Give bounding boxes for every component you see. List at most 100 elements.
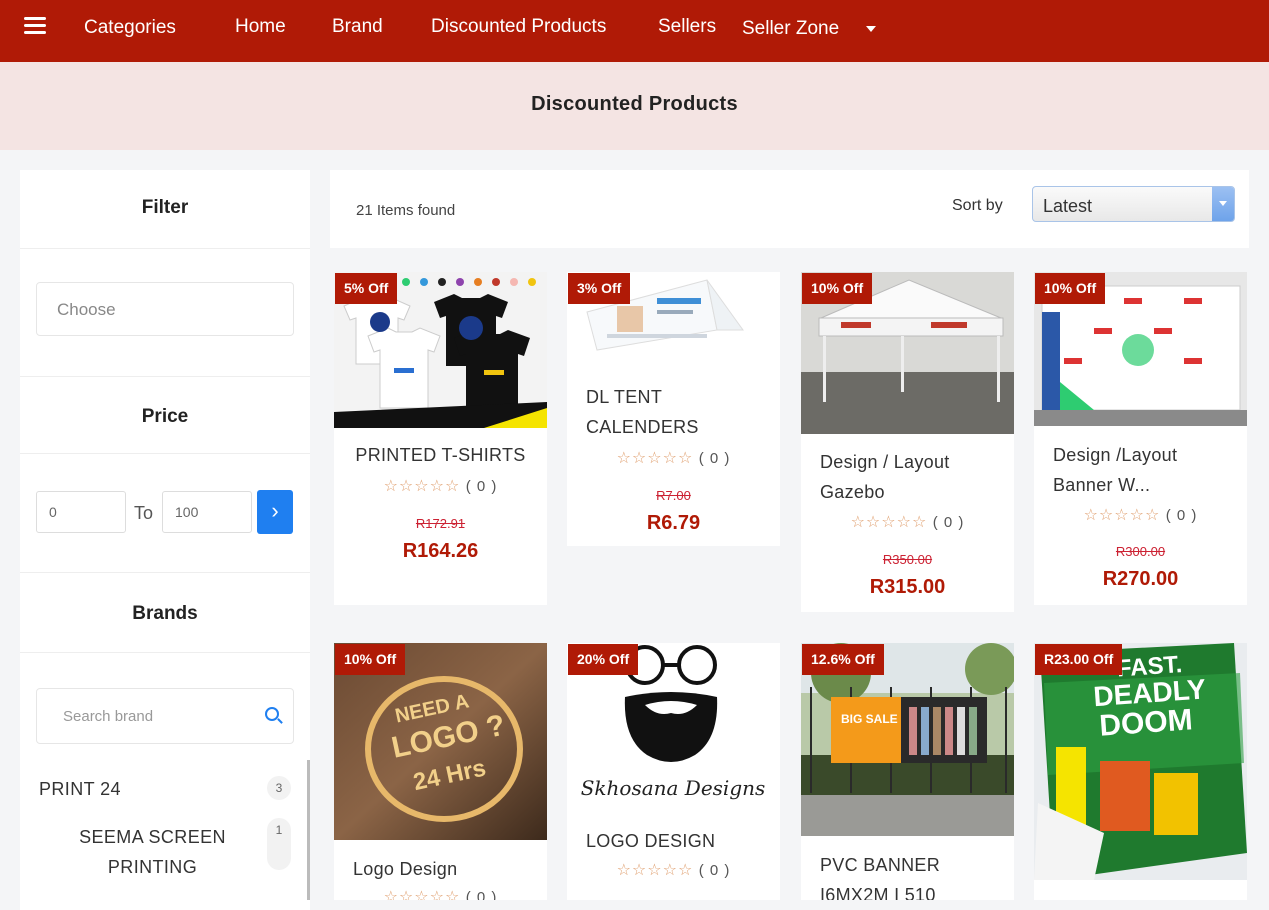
nav-seller-zone[interactable]: Seller Zone: [742, 18, 839, 40]
brands-heading: Brands: [132, 603, 198, 624]
rating-count: ( 0 ): [465, 478, 498, 495]
star-icons: ☆☆☆☆☆: [1083, 507, 1161, 524]
product-name[interactable]: Design / Layout Gazebo: [801, 447, 1014, 507]
discount-badge: R23.00 Off: [1035, 644, 1123, 675]
star-icons: ☆☆☆☆☆: [383, 478, 461, 495]
divider: [20, 248, 310, 249]
top-navbar: Categories Home Brand Discounted Product…: [0, 0, 1269, 62]
product-price: R315.00: [869, 576, 946, 598]
product-image[interactable]: Skhosana Designs 20% Off: [567, 643, 780, 813]
product-image[interactable]: 3% Off: [567, 272, 780, 368]
rating-stars: ☆☆☆☆☆ ( 0 ): [334, 476, 547, 496]
old-price: R300.00: [1115, 544, 1166, 559]
price-min-input[interactable]: 0: [36, 491, 126, 533]
product-name-line: DL TENT: [586, 387, 663, 407]
product-image[interactable]: FAST. DEADLY DOOM R23.00 Off: [1034, 643, 1247, 880]
product-card[interactable]: BIG SALE 12.6% Off PVC BANNER I6MX2M I 5…: [801, 643, 1014, 900]
logo-image-text: Skhosana Designs: [581, 776, 766, 800]
product-card[interactable]: 3% Off DL TENT CALENDERS ☆☆☆☆☆ ( 0 ) R7.…: [567, 272, 780, 546]
price-max-input[interactable]: 100: [162, 491, 252, 533]
star-icons: ☆☆☆☆☆: [616, 862, 694, 879]
sort-by-label: Sort by: [952, 197, 1003, 214]
discount-badge: 3% Off: [568, 273, 631, 304]
chevron-down-icon[interactable]: [1212, 187, 1234, 221]
banner-image-text: BIG SALE: [841, 712, 898, 726]
product-name[interactable]: Logo Design: [334, 854, 547, 884]
product-card[interactable]: Skhosana Designs 20% Off LOGO DESIGN ☆☆☆…: [567, 643, 780, 900]
brand-item-print-24[interactable]: PRINT 24: [39, 779, 121, 800]
price-apply-button[interactable]: ›: [257, 490, 293, 534]
product-card[interactable]: 10% Off Design /Layout Banner W... ☆☆☆☆☆…: [1034, 272, 1247, 605]
product-card[interactable]: 5% Off PRINTED T-SHIRTS ☆☆☆☆☆ ( 0 ) R172…: [334, 272, 547, 605]
page-title: Discounted Products: [531, 93, 738, 115]
product-image[interactable]: 10% Off: [801, 272, 1014, 434]
sidebar-scrollbar[interactable]: [307, 760, 310, 900]
product-name-line: PVC BANNER: [820, 855, 941, 875]
category-select[interactable]: Choose: [36, 282, 294, 336]
product-name-line: Banner W...: [1053, 475, 1151, 495]
nav-categories[interactable]: Categories: [84, 17, 176, 39]
brand-count-badge: 3: [267, 776, 291, 800]
product-name[interactable]: DL TENT CALENDERS: [567, 382, 780, 442]
rating-count: ( 0 ): [932, 514, 965, 531]
rating-count: ( 0 ): [698, 450, 731, 467]
nav-home[interactable]: Home: [235, 16, 286, 38]
page-banner: Discounted Products: [0, 62, 1269, 150]
product-name[interactable]: PRINTED T-SHIRTS: [334, 440, 547, 470]
product-price: R270.00: [1102, 568, 1179, 590]
nav-brand[interactable]: Brand: [332, 16, 383, 38]
product-card[interactable]: FAST. DEADLY DOOM R23.00 Off: [1034, 643, 1247, 900]
brand-item-seema-screen-printing[interactable]: SEEMA SCREEN PRINTING: [20, 822, 285, 882]
price-heading: Price: [141, 406, 189, 427]
product-name-line: Design / Layout: [820, 452, 950, 472]
brand-search-input[interactable]: Search brand: [36, 688, 294, 744]
discount-badge: 20% Off: [568, 644, 639, 675]
brand-search-placeholder: Search brand: [63, 708, 154, 725]
old-price: R7.00: [656, 488, 691, 503]
divider: [20, 376, 310, 377]
product-name-line: CALENDERS: [586, 417, 699, 437]
product-name[interactable]: PVC BANNER I6MX2M I 510: [801, 850, 1014, 900]
rating-stars: ☆☆☆☆☆ ( 0 ): [801, 512, 1014, 532]
product-name-line: Design /Layout: [1053, 445, 1178, 465]
divider: [20, 652, 310, 653]
product-image[interactable]: BIG SALE 12.6% Off: [801, 643, 1014, 836]
rating-stars: ☆☆☆☆☆ ( 0 ): [567, 860, 780, 880]
nav-sellers[interactable]: Sellers: [658, 16, 716, 38]
rating-count: ( 0 ): [1165, 507, 1198, 524]
poster-image-text: DOOM: [1098, 703, 1193, 742]
product-card[interactable]: NEED A LOGO ? 24 Hrs 10% Off Logo Design…: [334, 643, 547, 900]
rating-stars: ☆☆☆☆☆ ( 0 ): [567, 448, 780, 468]
product-image[interactable]: 10% Off: [1034, 272, 1247, 426]
filter-sidebar: Filter Choose Price 0 To 100 › Brands Se…: [20, 170, 310, 910]
discount-badge: 10% Off: [335, 644, 406, 675]
discount-badge: 12.6% Off: [802, 644, 884, 675]
items-found-count: 21 Items found: [356, 202, 456, 219]
brand-name-line: PRINTING: [107, 857, 198, 877]
sort-select[interactable]: Latest: [1032, 186, 1235, 222]
product-name-line: Gazebo: [820, 482, 885, 502]
product-price: R6.79: [646, 512, 701, 534]
chevron-down-icon[interactable]: [866, 26, 876, 32]
product-image[interactable]: 5% Off: [334, 272, 547, 428]
product-name[interactable]: LOGO DESIGN: [567, 826, 780, 856]
discount-badge: 5% Off: [335, 273, 398, 304]
divider: [20, 453, 310, 454]
divider: [20, 572, 310, 573]
star-icons: ☆☆☆☆☆: [850, 514, 928, 531]
brand-name-line: SEEMA SCREEN: [79, 827, 226, 847]
nav-discounted-products[interactable]: Discounted Products: [431, 16, 606, 38]
hamburger-menu-icon[interactable]: [24, 17, 46, 35]
filter-heading: Filter: [141, 197, 189, 218]
search-icon[interactable]: [265, 707, 279, 721]
price-to-label: To: [134, 503, 154, 523]
product-name-line: I6MX2M I 510: [820, 885, 936, 900]
star-icons: ☆☆☆☆☆: [383, 889, 461, 900]
old-price: R350.00: [882, 552, 933, 567]
discount-badge: 10% Off: [802, 273, 873, 304]
discount-badge: 10% Off: [1035, 273, 1106, 304]
product-card[interactable]: 10% Off Design / Layout Gazebo ☆☆☆☆☆ ( 0…: [801, 272, 1014, 612]
star-icons: ☆☆☆☆☆: [616, 450, 694, 467]
product-image[interactable]: NEED A LOGO ? 24 Hrs 10% Off: [334, 643, 547, 840]
product-name[interactable]: Design /Layout Banner W...: [1034, 440, 1247, 500]
